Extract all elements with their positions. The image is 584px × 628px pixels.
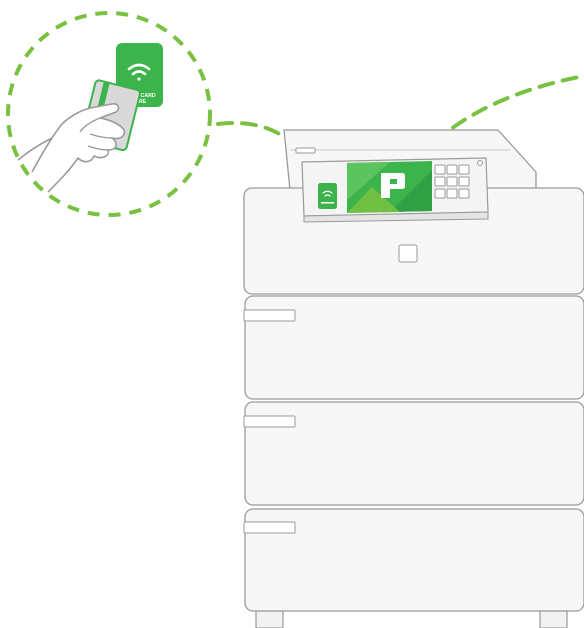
- paper-drawer: [243, 295, 584, 400]
- front-button: [398, 244, 418, 263]
- touch-screen: [347, 161, 432, 213]
- control-panel: [301, 157, 489, 223]
- drawer-handle: [243, 521, 296, 534]
- printer-illustration: SWIPE CARD HERE: [6, 11, 584, 628]
- keypad: [434, 164, 470, 199]
- drawer-handle: [243, 309, 296, 322]
- paper-drawer: [243, 401, 584, 506]
- printer-feet: [255, 610, 568, 628]
- paper-drawer: [243, 508, 584, 612]
- card-reader-small: [318, 183, 337, 209]
- drawer-handle: [243, 415, 296, 428]
- lid-handle: [295, 147, 316, 154]
- power-button: [477, 160, 483, 166]
